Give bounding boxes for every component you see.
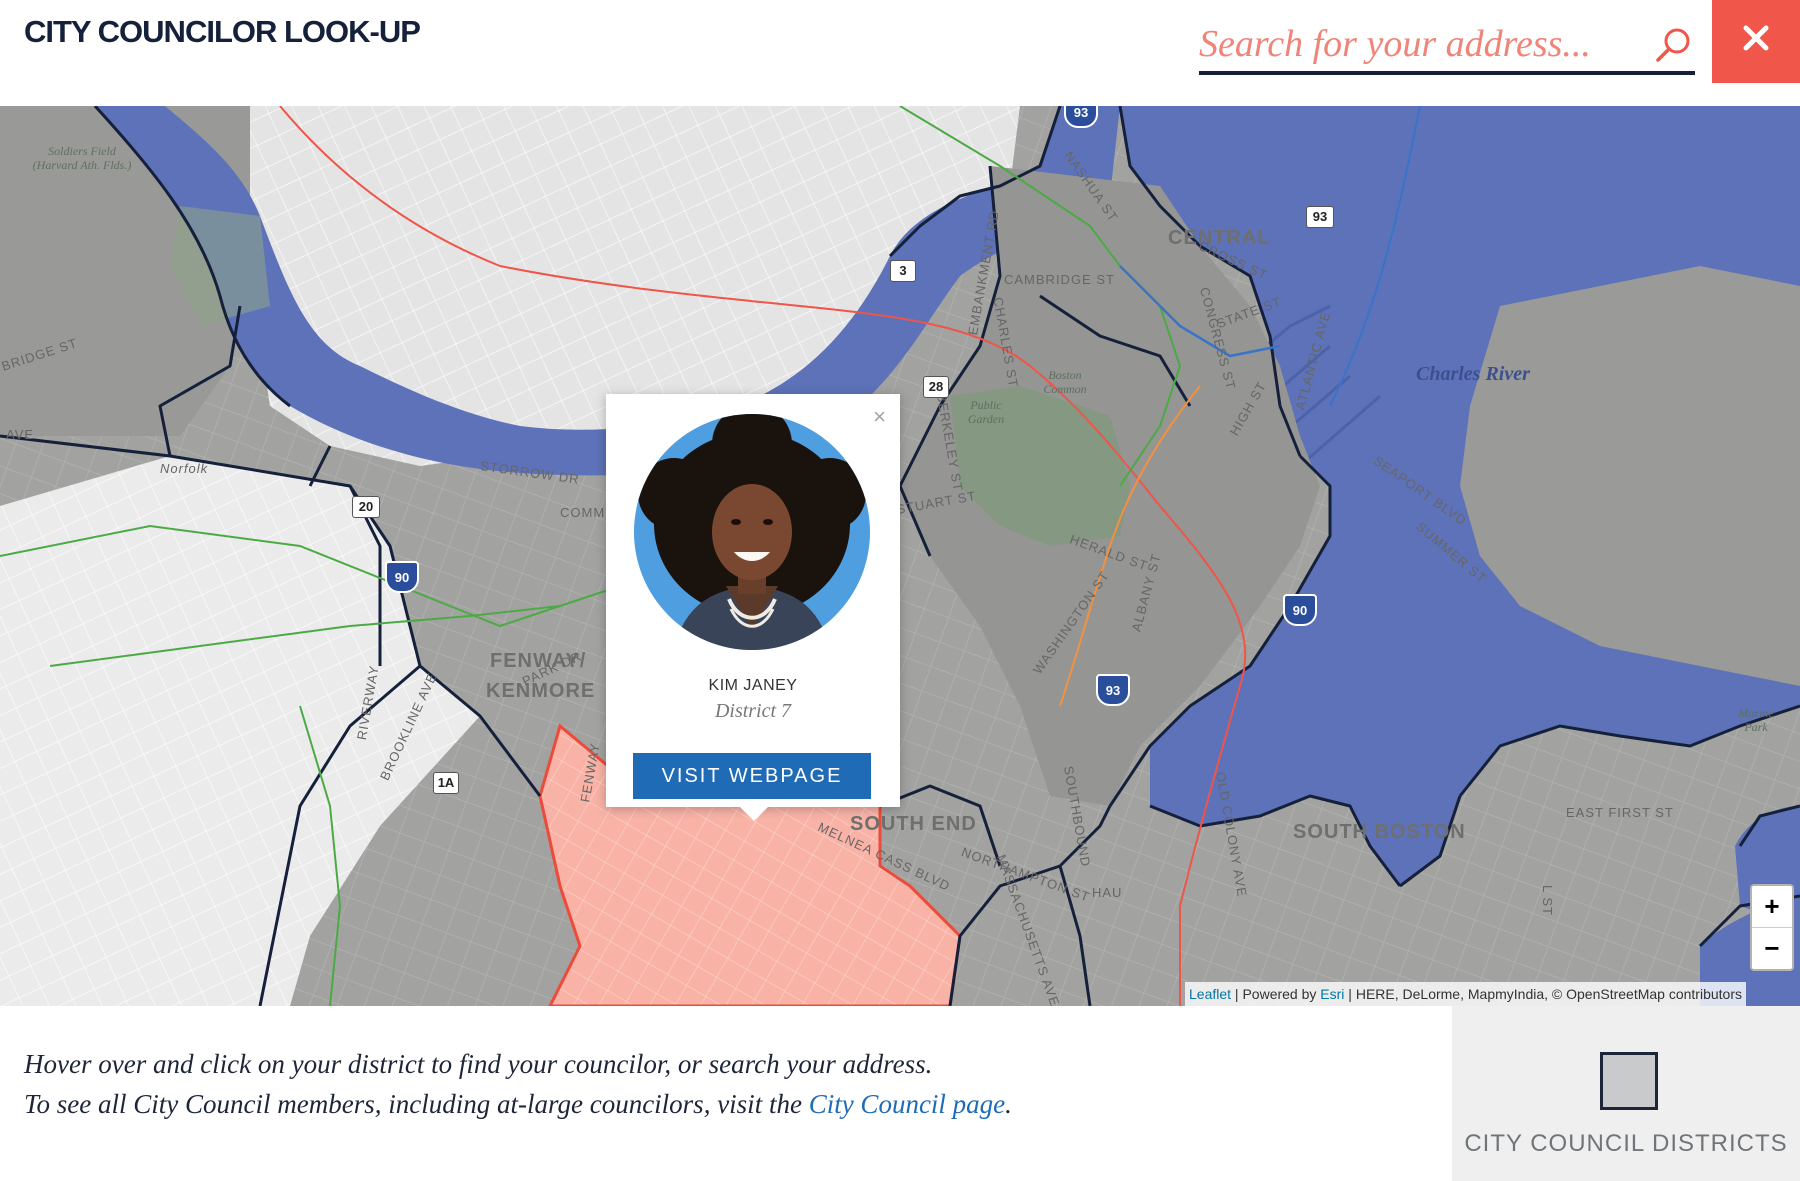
map-label-public-garden: Public Garden xyxy=(967,398,1005,427)
map-label-south-end: SOUTH END xyxy=(850,813,977,835)
route-shield: 93 xyxy=(1306,206,1334,228)
street-label: HAU xyxy=(1092,885,1123,900)
instructions-line-2: To see all City Council members, includi… xyxy=(24,1084,1012,1124)
leaflet-link[interactable]: Leaflet xyxy=(1189,986,1231,1002)
map-label-kenmore: KENMORE xyxy=(486,680,596,702)
zoom-control: + − xyxy=(1750,884,1794,971)
map-label-charles-river: Charles River xyxy=(1416,363,1530,385)
interstate-shield: 90 xyxy=(385,561,419,593)
city-council-link[interactable]: City Council page xyxy=(809,1089,1005,1119)
map-label-soldiers-field: Soldiers Field (Harvard Ath. Flds.) xyxy=(32,144,132,173)
councilor-photo xyxy=(634,414,870,650)
map-label-marine-park: Marine Park xyxy=(1738,706,1774,735)
instructions-text: To see all City Council members, includi… xyxy=(24,1089,809,1119)
map-label-boston-common: Boston Common xyxy=(1043,368,1087,397)
close-button[interactable] xyxy=(1712,0,1800,83)
attribution-text: | HERE, DeLorme, MapmyIndia, © OpenStree… xyxy=(1344,986,1742,1002)
route-shield: 3 xyxy=(890,260,916,282)
street-label: Norfolk xyxy=(160,461,209,476)
attribution-text: | Powered by xyxy=(1231,986,1321,1002)
councilor-name: KIM JANEY xyxy=(708,677,798,694)
map[interactable]: CENTRAL FENWAY/ KENMORE SOUTH END SOUTH … xyxy=(0,106,1800,1006)
interstate-shield: 93 xyxy=(1096,674,1130,706)
route-shield: 1A xyxy=(433,772,459,794)
instructions: Hover over and click on your district to… xyxy=(24,1044,1012,1124)
footer: Hover over and click on your district to… xyxy=(0,1006,1800,1181)
street-label: EAST FIRST ST xyxy=(1566,805,1674,820)
interstate-shield: 93 xyxy=(1064,106,1098,128)
search-input[interactable] xyxy=(1199,22,1639,66)
header: CITY COUNCILOR LOOK-UP xyxy=(0,0,1800,106)
map-attribution: Leaflet | Powered by Esri | HERE, DeLorm… xyxy=(1185,982,1746,1006)
search-icon[interactable] xyxy=(1653,24,1695,66)
legend-swatch xyxy=(1600,1052,1658,1110)
close-icon xyxy=(1743,25,1769,51)
street-label: CAMBRIDGE ST xyxy=(1004,272,1115,287)
councilor-popup: × KIM JANEY District 7 VISIT WEBPAGE xyxy=(606,394,900,821)
street-label: AVE xyxy=(6,427,35,442)
legend: CITY COUNCIL DISTRICTS xyxy=(1452,1006,1800,1181)
visit-webpage-button[interactable]: VISIT WEBPAGE xyxy=(633,753,871,799)
route-shield: 28 xyxy=(923,376,949,398)
search-bar xyxy=(1199,18,1695,75)
zoom-in-button[interactable]: + xyxy=(1752,886,1792,928)
page-title: CITY COUNCILOR LOOK-UP xyxy=(24,14,421,49)
esri-link[interactable]: Esri xyxy=(1320,986,1344,1002)
close-icon[interactable]: × xyxy=(873,406,886,428)
instructions-text: . xyxy=(1005,1089,1012,1119)
councilor-district: District 7 xyxy=(714,700,792,722)
interstate-shield: 90 xyxy=(1283,594,1317,626)
street-label: L ST xyxy=(1539,885,1555,916)
street-label: COMM xyxy=(560,505,606,520)
map-label-south-boston: SOUTH BOSTON xyxy=(1293,821,1466,843)
legend-label: CITY COUNCIL DISTRICTS xyxy=(1464,1130,1788,1157)
instructions-line-1: Hover over and click on your district to… xyxy=(24,1049,933,1079)
zoom-out-button[interactable]: − xyxy=(1752,928,1792,969)
route-shield: 20 xyxy=(352,496,380,518)
